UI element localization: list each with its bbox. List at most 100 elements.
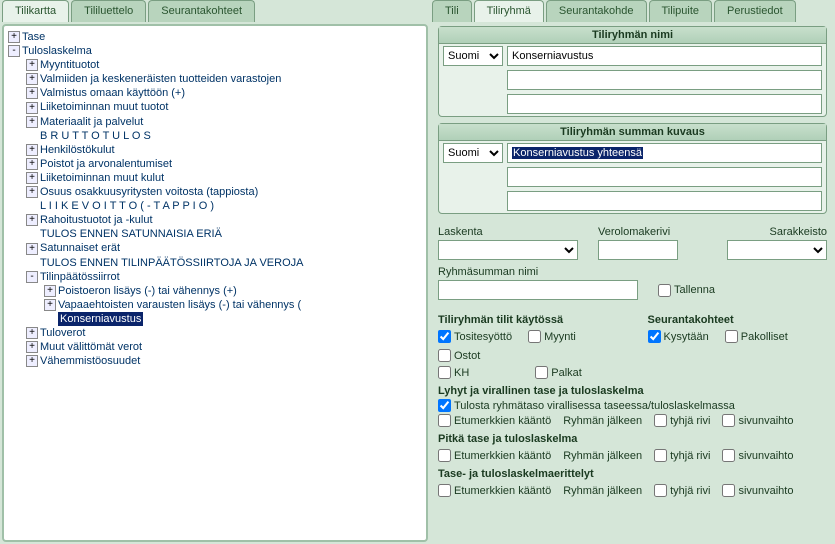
tab-tili[interactable]: Tili (432, 0, 472, 22)
tree-node[interactable]: +Poistot ja arvonalentumiset (26, 157, 422, 171)
tree-label[interactable]: Poistoeron lisäys (-) tai vähennys (+) (58, 285, 237, 297)
myynti-check[interactable] (528, 330, 541, 343)
expand-icon[interactable]: + (26, 355, 38, 367)
expand-icon[interactable]: + (26, 186, 38, 198)
group-name-input-2[interactable] (507, 70, 822, 90)
expand-icon[interactable]: + (8, 31, 20, 43)
tree-label[interactable]: TULOS ENNEN SATUNNAISIA ERIÄ (40, 228, 222, 240)
tree-label[interactable]: Poistot ja arvonalentumiset (40, 158, 172, 170)
tositesyotto-check[interactable] (438, 330, 451, 343)
tree-label[interactable]: Muut välittömät verot (40, 341, 142, 353)
expand-icon[interactable]: + (26, 144, 38, 156)
group-sum-input-3[interactable] (507, 191, 822, 211)
tree-label[interactable]: Tuloverot (40, 327, 85, 339)
tree-label[interactable]: Vähemmistöosuudet (40, 355, 140, 367)
expand-icon[interactable]: + (26, 87, 38, 99)
tree-node[interactable]: +Valmistus omaan käyttöön (+) (26, 86, 422, 100)
tree-label[interactable]: TULOS ENNEN TILINPÄÄTÖSSIIRTOJA JA VEROJ… (40, 257, 303, 269)
lyhyt-sivu-check[interactable] (722, 414, 735, 427)
lyhyt-etumerkki-check[interactable] (438, 414, 451, 427)
tree-label[interactable]: Materiaalit ja palvelut (40, 116, 143, 128)
tab-seurantakohteet[interactable]: Seurantakohteet (148, 0, 255, 22)
kysytaan-check[interactable] (648, 330, 661, 343)
verolomakerivi-input[interactable] (598, 240, 678, 260)
tree-node[interactable]: +Liiketoiminnan muut tuotot (26, 100, 422, 114)
tree-label[interactable]: L I I K E V O I T T O ( - T A P P I O ) (40, 200, 214, 212)
expand-icon[interactable]: + (26, 214, 38, 226)
tallenna-check[interactable] (658, 284, 671, 297)
tree-node[interactable]: TULOS ENNEN SATUNNAISIA ERIÄ (26, 227, 422, 241)
tree-label[interactable]: Tuloslaskelma (22, 45, 92, 57)
tree-label[interactable]: Rahoitustuotot ja -kulut (40, 214, 153, 226)
tree-node[interactable]: +Materiaalit ja palvelut (26, 115, 422, 129)
expand-icon[interactable]: + (26, 327, 38, 339)
tree-label[interactable]: Myyntituotot (40, 59, 99, 71)
tree-node[interactable]: +Vapaaehtoisten varausten lisäys (-) tai… (44, 298, 422, 312)
group-name-input-3[interactable] (507, 94, 822, 114)
lang-select-2[interactable]: Suomi (443, 143, 503, 163)
collapse-icon[interactable]: - (26, 271, 38, 283)
tree-node[interactable]: +Tuloverot (26, 326, 422, 340)
laskenta-select[interactable] (438, 240, 578, 260)
tree-node[interactable]: +Valmiiden ja keskeneräisten tuotteiden … (26, 72, 422, 86)
tree-node[interactable]: B R U T T O T U L O S (26, 129, 422, 143)
tree-node[interactable]: +Vähemmistöosuudet (26, 354, 422, 368)
erit-etumerkki-check[interactable] (438, 484, 451, 497)
account-tree[interactable]: +Tase-Tuloslaskelma+Myyntituotot+Valmiid… (2, 24, 428, 542)
tree-label[interactable]: Vapaaehtoisten varausten lisäys (-) tai … (58, 299, 301, 311)
expand-icon[interactable]: + (26, 116, 38, 128)
expand-icon[interactable]: + (26, 341, 38, 353)
tab-tiliryhmä[interactable]: Tiliryhmä (474, 0, 544, 22)
pitka-sivu-check[interactable] (722, 449, 735, 462)
expand-icon[interactable]: + (44, 285, 56, 297)
tree-label[interactable]: B R U T T O T U L O S (40, 130, 151, 142)
expand-icon[interactable]: + (44, 299, 56, 311)
tree-node[interactable]: -Tilinpäätössiirrot (26, 270, 422, 284)
erit-tyhja-check[interactable] (654, 484, 667, 497)
tab-tilikartta[interactable]: Tilikartta (2, 0, 69, 22)
tree-label[interactable]: Valmiiden ja keskeneräisten tuotteiden v… (40, 73, 281, 85)
expand-icon[interactable]: + (26, 243, 38, 255)
tree-node[interactable]: +Muut välittömät verot (26, 340, 422, 354)
tree-node[interactable]: Konserniavustus (44, 312, 422, 326)
tree-node[interactable]: +Rahoitustuotot ja -kulut (26, 213, 422, 227)
tree-label[interactable]: Tilinpäätössiirrot (40, 271, 120, 283)
tree-node[interactable]: +Liiketoiminnan muut kulut (26, 171, 422, 185)
tab-seurantakohde[interactable]: Seurantakohde (546, 0, 647, 22)
group-sum-input-2[interactable] (507, 167, 822, 187)
tree-node[interactable]: L I I K E V O I T T O ( - T A P P I O ) (26, 199, 422, 213)
kh-check[interactable] (438, 366, 451, 379)
tree-label[interactable]: Valmistus omaan käyttöön (+) (40, 87, 185, 99)
tree-node[interactable]: +Satunnaiset erät (26, 241, 422, 255)
tab-tililuettelo[interactable]: Tililuettelo (71, 0, 146, 22)
tree-label[interactable]: Liiketoiminnan muut tuotot (40, 102, 168, 114)
tulosta-check[interactable] (438, 399, 451, 412)
lang-select-1[interactable]: Suomi (443, 46, 503, 66)
sarakkeisto-select[interactable] (727, 240, 827, 260)
tree-label[interactable]: Liiketoiminnan muut kulut (40, 172, 164, 184)
palkat-check[interactable] (535, 366, 548, 379)
erit-sivu-check[interactable] (722, 484, 735, 497)
group-sum-input-1[interactable]: Konserniavustus yhteensä (507, 143, 822, 163)
tree-label[interactable]: Konserniavustus (58, 312, 143, 326)
collapse-icon[interactable]: - (8, 45, 20, 57)
tree-node[interactable]: +Osuus osakkuusyritysten voitosta (tappi… (26, 185, 422, 199)
tree-node[interactable]: +Myyntituotot (26, 58, 422, 72)
tree-node[interactable]: +Poistoeron lisäys (-) tai vähennys (+) (44, 284, 422, 298)
lyhyt-tyhja-check[interactable] (654, 414, 667, 427)
ostot-check[interactable] (438, 349, 451, 362)
pitka-etumerkki-check[interactable] (438, 449, 451, 462)
tree-label[interactable]: Osuus osakkuusyritysten voitosta (tappio… (40, 186, 258, 198)
group-name-input-1[interactable] (507, 46, 822, 66)
tab-tilipuite[interactable]: Tilipuite (649, 0, 713, 22)
tree-node[interactable]: -Tuloslaskelma (8, 44, 422, 58)
tree-node[interactable]: TULOS ENNEN TILINPÄÄTÖSSIIRTOJA JA VEROJ… (26, 256, 422, 270)
tree-label[interactable]: Henkilöstökulut (40, 144, 115, 156)
expand-icon[interactable]: + (26, 102, 38, 114)
tab-perustiedot[interactable]: Perustiedot (714, 0, 796, 22)
expand-icon[interactable]: + (26, 172, 38, 184)
pakolliset-check[interactable] (725, 330, 738, 343)
ryhmasumman-input[interactable] (438, 280, 638, 300)
tree-label[interactable]: Satunnaiset erät (40, 243, 120, 255)
pitka-tyhja-check[interactable] (654, 449, 667, 462)
